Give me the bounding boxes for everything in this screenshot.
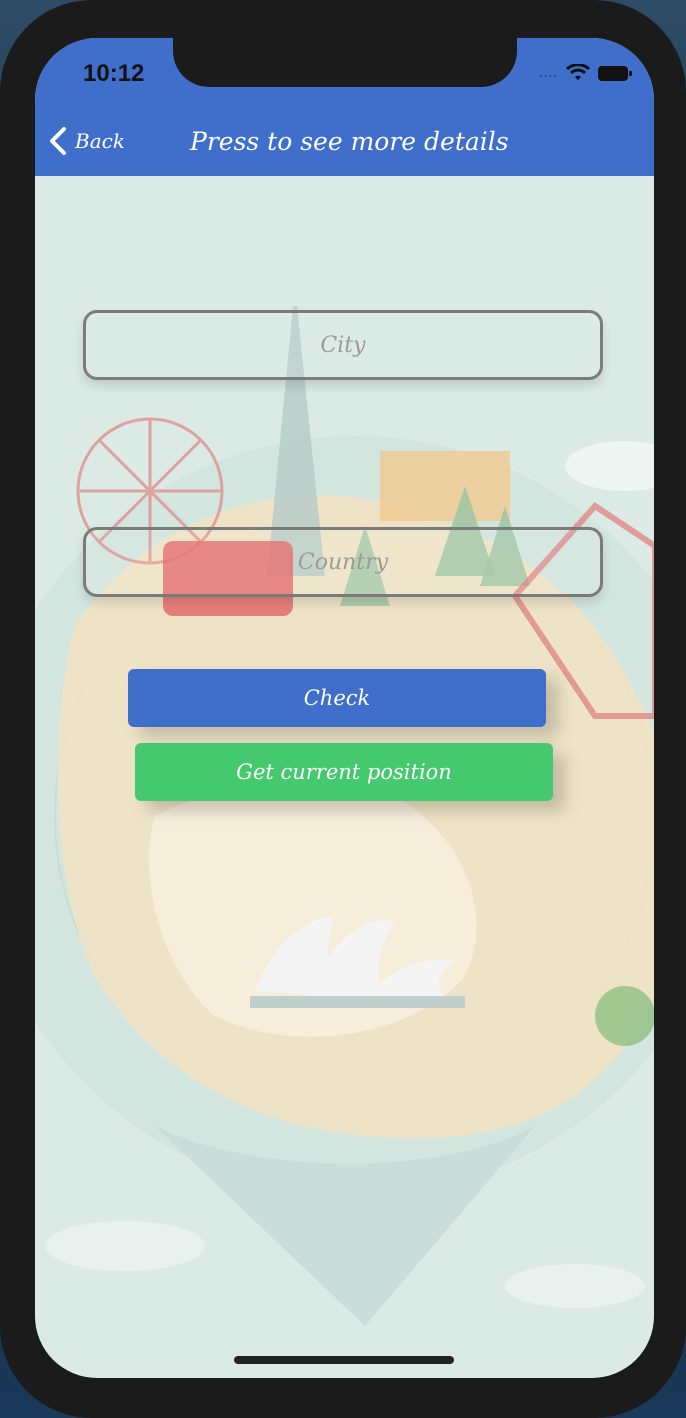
check-button-label: Check <box>303 686 371 710</box>
battery-icon <box>598 65 632 81</box>
status-time: 10:12 <box>83 60 145 87</box>
chevron-left-icon <box>50 127 66 155</box>
app-screen: 10:12 .... Back Press to see more detail… <box>35 38 654 1378</box>
wifi-icon <box>566 64 590 80</box>
status-icons: .... <box>538 64 632 82</box>
get-current-position-label: Get current position <box>236 760 452 784</box>
city-placeholder: City <box>320 332 366 358</box>
get-current-position-button[interactable]: Get current position <box>135 743 553 801</box>
device-notch <box>173 38 517 87</box>
navigation-header: 10:12 .... Back Press to see more detail… <box>35 38 654 176</box>
home-indicator[interactable] <box>234 1356 454 1364</box>
country-placeholder: Country <box>297 549 389 575</box>
city-input[interactable]: City <box>83 310 603 380</box>
signal-icon: .... <box>538 66 558 80</box>
page-title: Press to see more details <box>190 127 509 156</box>
country-input[interactable]: Country <box>83 527 603 597</box>
check-button[interactable]: Check <box>128 669 546 727</box>
back-label: Back <box>75 129 125 153</box>
back-button[interactable]: Back <box>47 126 125 156</box>
